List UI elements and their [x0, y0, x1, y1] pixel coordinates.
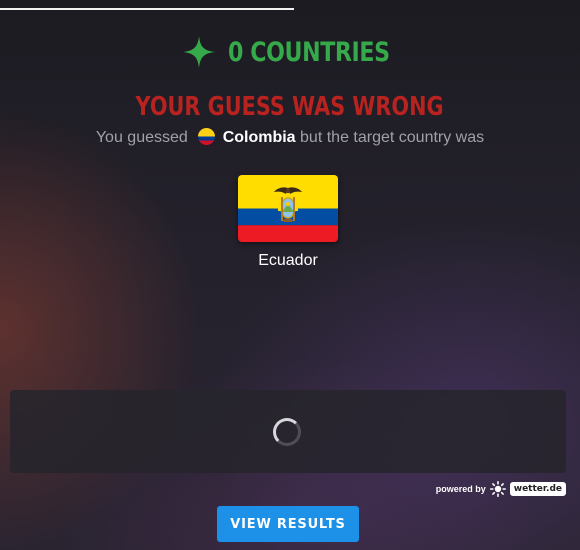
score-count: 0 COUNTRIES	[228, 36, 390, 68]
progress-line	[0, 8, 294, 10]
score-header: 0 COUNTRIES	[0, 30, 580, 74]
target-country-name: Ecuador	[258, 252, 318, 269]
loading-spinner-icon	[273, 418, 301, 446]
ecuador-flag-icon	[238, 175, 338, 242]
guessed-country: Colombia	[222, 129, 296, 146]
attribution-prefix: powered by	[435, 484, 486, 494]
guess-suffix: but the target country was	[300, 129, 485, 146]
brand-logo: wetter.de	[509, 482, 566, 496]
result-heading: YOUR GUESS WAS WRONG	[0, 92, 580, 122]
sun-icon	[489, 481, 506, 497]
attribution[interactable]: powered by wetter.de	[436, 481, 566, 497]
sparkle-icon	[182, 35, 216, 69]
guess-summary: You guessed Colombia but the target coun…	[0, 128, 580, 147]
colombia-flag-icon	[198, 128, 216, 145]
guess-prefix: You guessed	[95, 129, 188, 146]
view-results-button[interactable]: VIEW RESULTS	[217, 506, 359, 542]
result-title: YOUR GUESS WAS WRONG	[135, 92, 445, 122]
